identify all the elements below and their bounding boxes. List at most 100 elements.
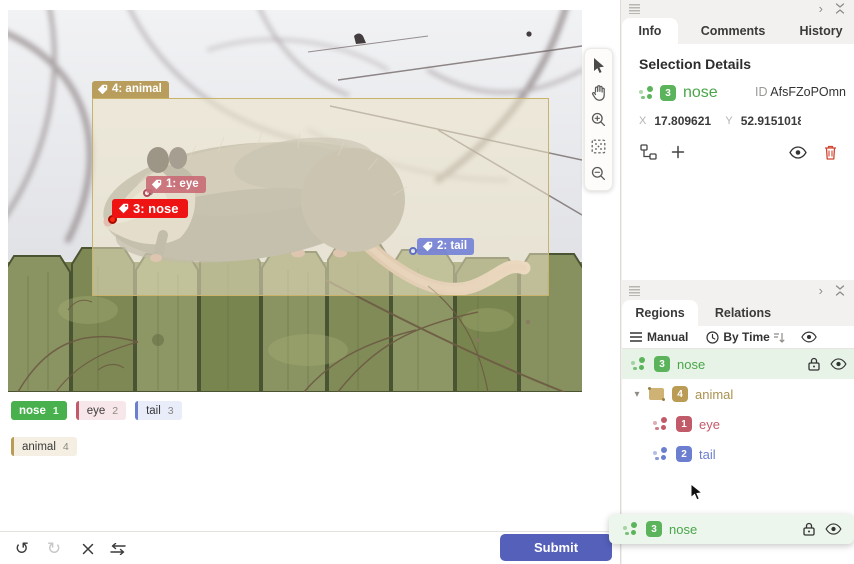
pan-tool-button[interactable] (585, 79, 612, 106)
region-label-eye[interactable]: 1: eye (146, 176, 206, 193)
tool-palette (584, 48, 613, 191)
keypoints-icon (653, 447, 668, 462)
id-value: AfsFZoPOmn (770, 85, 846, 99)
annotation-app: 4: animal 1: eye 3: nose 2: tail (0, 0, 854, 564)
info-panel: › Info Comments History Selection Detail… (622, 0, 854, 280)
panel-grip-icon[interactable] (629, 4, 640, 14)
region-label-text: 4: animal (112, 83, 162, 96)
annotated-image[interactable]: 4: animal 1: eye 3: nose 2: tail (8, 10, 582, 392)
tag-icon (118, 203, 129, 214)
submit-button[interactable]: Submit (500, 534, 612, 561)
zoom-out-button[interactable] (585, 160, 612, 187)
expander-icon[interactable]: ▾ (630, 389, 644, 400)
label-text: eye (87, 405, 106, 417)
zoom-in-button[interactable] (585, 106, 612, 133)
region-number-badge: 3 (660, 85, 676, 101)
y-value: 52.9151018 (741, 114, 801, 128)
region-id: ID AfsFZoPOmn (755, 85, 846, 99)
region-name: nose (683, 84, 718, 102)
tag-icon (422, 241, 433, 252)
tab-comments[interactable]: Comments (678, 18, 788, 44)
toggle-visibility-button[interactable] (786, 140, 810, 164)
tab-history[interactable]: History (788, 18, 854, 44)
region-number-badge: 1 (676, 416, 692, 432)
create-relation-button[interactable] (636, 140, 660, 164)
redo-button[interactable]: ↻ (40, 532, 68, 564)
keypoint-tail[interactable] (409, 247, 417, 255)
regions-panel-tabs: Regions Relations (622, 300, 854, 326)
tag-icon (151, 179, 162, 190)
relation-icon (640, 144, 657, 160)
fit-screen-icon (591, 139, 606, 154)
keypoints-icon (639, 86, 654, 101)
label-hotkey: 2 (112, 405, 118, 417)
delete-region-button[interactable] (818, 140, 842, 164)
panel-collapse-icon[interactable] (835, 285, 845, 296)
regions-panel: › Regions Relations Manual By Time (622, 282, 854, 564)
sidebar: › Info Comments History Selection Detail… (620, 0, 854, 564)
label-hotkey: 3 (168, 405, 174, 417)
toggle-all-visibility-button[interactable] (801, 331, 817, 343)
relation-tool-button[interactable] (104, 532, 132, 564)
region-label-nose[interactable]: 3: nose (112, 199, 188, 218)
eye-icon (801, 331, 817, 343)
region-number-badge: 3 (654, 356, 670, 372)
region-row-eye[interactable]: 1 eye (622, 409, 854, 439)
animal-bounding-box[interactable] (92, 98, 549, 296)
y-label: Y (725, 114, 732, 128)
region-row-nose[interactable]: 3 nose (622, 349, 854, 379)
label-button-row: nose 1 eye 2 tail 3 (11, 401, 182, 420)
tab-regions[interactable]: Regions (622, 300, 698, 326)
region-action-bar (636, 140, 841, 164)
canvas-area: 4: animal 1: eye 3: nose 2: tail (0, 0, 620, 564)
region-row-tail[interactable]: 2 tail (622, 439, 854, 469)
add-meta-button[interactable] (666, 140, 690, 164)
region-label-text: 2: tail (437, 240, 467, 253)
swap-arrows-icon (110, 543, 126, 555)
region-number-badge: 2 (676, 446, 692, 462)
regions-panel-header[interactable]: › (622, 282, 854, 300)
trash-icon (824, 145, 837, 160)
region-name: eye (699, 417, 720, 432)
fit-screen-button[interactable] (585, 133, 612, 160)
region-label-tail[interactable]: 2: tail (417, 238, 474, 255)
region-row-nose-dragging[interactable]: 3 nose (609, 514, 854, 544)
panel-expand-icon[interactable]: › (819, 283, 823, 299)
info-panel-header[interactable]: › (622, 0, 854, 18)
x-value: 17.8096212 (654, 114, 711, 128)
group-mode-button[interactable]: Manual (630, 330, 688, 344)
region-row-animal[interactable]: ▾ 4 animal (622, 379, 854, 409)
label-button-tail[interactable]: tail 3 (135, 401, 182, 420)
region-name: nose (669, 522, 697, 537)
cursor-arrow-icon (592, 58, 606, 74)
eye-icon[interactable] (825, 523, 842, 535)
select-tool-button[interactable] (585, 52, 612, 79)
region-number-badge: 3 (646, 521, 662, 537)
lock-icon[interactable] (803, 522, 815, 536)
lock-icon[interactable] (808, 357, 820, 371)
region-name: animal (695, 387, 733, 402)
undo-button[interactable]: ↺ (8, 532, 36, 564)
label-button-animal[interactable]: animal 4 (11, 437, 77, 456)
tab-relations[interactable]: Relations (698, 300, 788, 326)
hamburger-icon (630, 332, 642, 342)
reset-button[interactable] (74, 532, 102, 564)
label-hotkey: 4 (63, 441, 69, 453)
region-label-animal[interactable]: 4: animal (92, 81, 169, 98)
label-button-nose[interactable]: nose 1 (11, 401, 67, 420)
tab-info[interactable]: Info (622, 18, 678, 44)
eye-icon[interactable] (830, 358, 847, 370)
panel-grip-icon[interactable] (629, 286, 640, 296)
label-button-eye[interactable]: eye 2 (76, 401, 126, 420)
label-hotkey: 1 (53, 405, 59, 417)
region-name: nose (677, 357, 705, 372)
region-name: tail (699, 447, 716, 462)
keypoints-icon (623, 522, 638, 537)
label-button-row: animal 4 (11, 437, 77, 456)
panel-collapse-icon[interactable] (835, 3, 845, 14)
panel-expand-icon[interactable]: › (819, 1, 823, 17)
x-label: X (639, 114, 646, 128)
label-text: nose (19, 405, 46, 417)
sort-mode-button[interactable]: By Time (706, 330, 784, 344)
plus-icon (671, 145, 685, 159)
